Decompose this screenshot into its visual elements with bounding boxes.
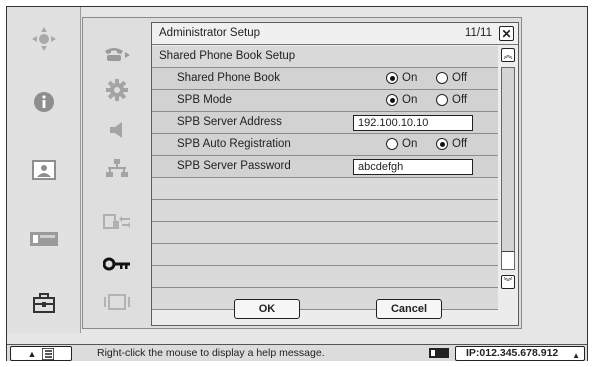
setting-row-shared-phone-book: Shared Phone Book On Off <box>152 68 498 90</box>
radio-button[interactable] <box>436 138 448 150</box>
category-column <box>83 18 150 328</box>
section-header: Shared Phone Book Setup <box>152 46 498 68</box>
cancel-button[interactable]: Cancel <box>376 299 442 319</box>
speaker-icon[interactable] <box>83 112 150 148</box>
setting-row-spb-server-password: SPB Server Password abcdefgh <box>152 156 498 178</box>
radio-label: On <box>402 94 418 106</box>
help-message: Right-click the mouse to display a help … <box>97 347 325 359</box>
setting-label: SPB Mode <box>177 94 232 106</box>
radio-off[interactable]: Off <box>436 94 467 106</box>
spb-server-address-field[interactable]: 192.100.10.10 <box>353 115 473 131</box>
key-icon[interactable] <box>83 246 150 282</box>
connection-icon[interactable] <box>83 204 150 240</box>
radio-label: Off <box>452 94 468 106</box>
info-icon[interactable] <box>7 82 81 122</box>
setting-label: SPB Server Password <box>177 160 291 172</box>
close-button[interactable]: ✕ <box>499 26 514 41</box>
toolbox-icon[interactable] <box>7 283 81 323</box>
network-icon[interactable] <box>83 150 150 186</box>
radio-label: Off <box>452 72 468 84</box>
list-item <box>152 288 498 310</box>
card-status-icon <box>429 348 449 358</box>
scroll-track[interactable] <box>501 67 515 270</box>
menu-toggle-button[interactable]: ▲ <box>10 346 72 361</box>
radio-button[interactable] <box>386 138 398 150</box>
status-bar: ▲ Right-click the mouse to display a hel… <box>7 344 587 361</box>
administrator-setup-dialog: Administrator Setup 11/11 ✕ Shared Phone… <box>151 22 519 326</box>
list-item <box>152 200 498 222</box>
radio-button[interactable] <box>436 94 448 106</box>
card-icon[interactable] <box>7 219 81 259</box>
radio-off[interactable]: Off <box>436 138 467 150</box>
list-item <box>152 178 498 200</box>
list-item <box>152 222 498 244</box>
setting-label: SPB Server Address <box>177 116 282 128</box>
chevron-up-icon: ︽ <box>503 49 513 60</box>
radio-button[interactable] <box>386 72 398 84</box>
spb-server-password-field[interactable]: abcdefgh <box>353 159 473 175</box>
list-icon <box>42 347 55 360</box>
dialog-title: Administrator Setup <box>159 27 260 39</box>
radio-off[interactable]: Off <box>436 72 467 84</box>
setting-row-spb-mode: SPB Mode On Off <box>152 90 498 112</box>
radio-button[interactable] <box>386 94 398 106</box>
main-menu-column <box>7 7 81 333</box>
radio-button[interactable] <box>436 72 448 84</box>
list-item <box>152 266 498 288</box>
picture-icon[interactable] <box>7 150 81 190</box>
close-icon: ✕ <box>501 26 512 41</box>
phone-icon[interactable] <box>83 36 150 72</box>
screen-icon[interactable] <box>83 284 150 320</box>
settings-list: Shared Phone Book Setup Shared Phone Boo… <box>152 46 498 310</box>
setting-row-spb-server-address: SPB Server Address 192.100.10.10 <box>152 112 498 134</box>
screen: Administrator Setup 11/11 ✕ Shared Phone… <box>6 6 588 361</box>
ip-address: IP:012.345.678.912 <box>466 347 559 359</box>
setting-label: Shared Phone Book <box>177 72 280 84</box>
radio-label: Off <box>452 138 468 150</box>
scroll-down-button[interactable]: ︾ <box>501 275 515 289</box>
setting-row-spb-auto-registration: SPB Auto Registration On Off <box>152 134 498 156</box>
scroll-thumb[interactable] <box>502 251 514 269</box>
ok-button[interactable]: OK <box>234 299 300 319</box>
page-indicator: 11/11 <box>464 27 492 39</box>
chevron-down-icon: ︾ <box>503 276 513 287</box>
dialog-title-bar: Administrator Setup 11/11 ✕ <box>152 23 518 45</box>
radio-on[interactable]: On <box>386 138 417 150</box>
triangle-up-icon: ▲ <box>27 348 37 359</box>
radio-on[interactable]: On <box>386 94 417 106</box>
section-title: Shared Phone Book Setup <box>159 50 296 62</box>
camera-control-icon[interactable] <box>7 19 81 59</box>
scroll-up-button[interactable]: ︽ <box>501 48 515 62</box>
scrollbar[interactable]: ︽ ︾ <box>499 46 518 296</box>
triangle-up-icon: ▲ <box>572 351 580 360</box>
gear-icon[interactable] <box>83 72 150 108</box>
ip-address-display[interactable]: IP:012.345.678.912 ▲ <box>455 346 585 361</box>
settings-panel: Administrator Setup 11/11 ✕ Shared Phone… <box>82 17 522 329</box>
radio-label: On <box>402 72 418 84</box>
list-item <box>152 244 498 266</box>
radio-label: On <box>402 138 418 150</box>
radio-on[interactable]: On <box>386 72 417 84</box>
setting-label: SPB Auto Registration <box>177 138 291 150</box>
